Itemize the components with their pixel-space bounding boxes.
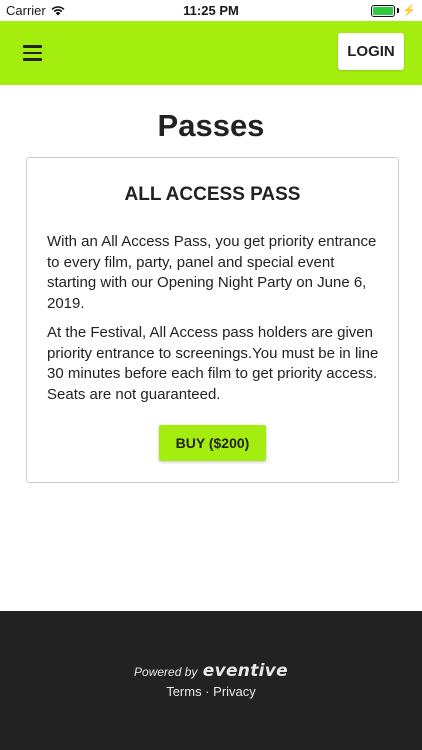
status-bar: Carrier 11:25 PM ⚡: [0, 0, 422, 21]
pass-description-1: With an All Access Pass, you get priorit…: [47, 233, 377, 312]
page-title: Passes: [157, 108, 265, 143]
privacy-link[interactable]: Privacy: [213, 684, 256, 699]
terms-link[interactable]: Terms: [166, 684, 201, 699]
eventive-logo[interactable]: eventive: [203, 661, 288, 681]
footer-links: Terms · Privacy: [0, 684, 422, 699]
charging-bolt-icon: ⚡: [402, 5, 416, 17]
login-button[interactable]: LOGIN: [338, 33, 404, 70]
link-separator: ·: [205, 684, 210, 699]
footer: Powered by eventive Terms · Privacy: [0, 611, 422, 750]
buy-button[interactable]: BUY ($200): [159, 425, 266, 461]
pass-description-2: At the Festival, All Access pass holders…: [47, 324, 379, 403]
status-time: 11:25 PM: [183, 3, 239, 18]
battery-icon: [371, 4, 396, 17]
powered-by: Powered by eventive: [0, 661, 422, 681]
powered-by-label: Powered by: [134, 665, 198, 679]
battery-indicator: ⚡: [371, 4, 416, 17]
hamburger-menu-icon[interactable]: [14, 37, 48, 69]
pass-title: ALL ACCESS PASS: [124, 184, 301, 205]
pass-card: ALL ACCESS PASS With an All Access Pass,…: [26, 157, 399, 483]
app-header: LOGIN: [0, 21, 422, 85]
